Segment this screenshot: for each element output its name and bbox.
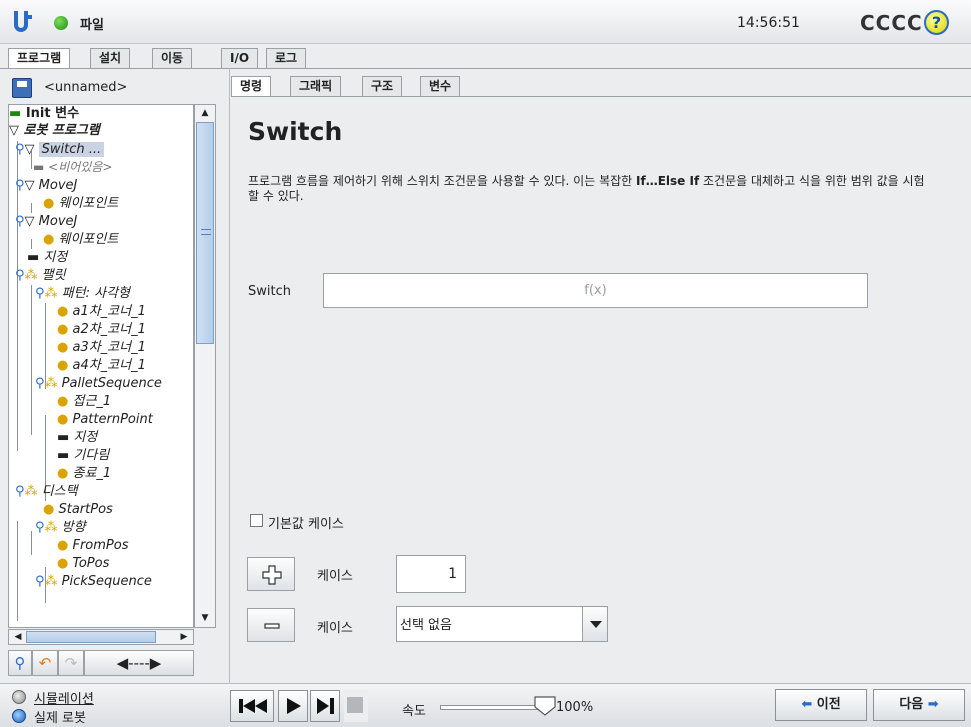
tree-item[interactable]: ▬ 지정 — [57, 429, 97, 446]
tab-move[interactable]: 이동 — [152, 48, 193, 68]
tree-item[interactable]: ▽ 로봇 프로그램 — [9, 122, 100, 139]
case-select-value: 선택 없음 — [400, 618, 452, 633]
tree-item[interactable]: ● 종료_1 — [57, 465, 111, 482]
speed-value: 100% — [556, 700, 594, 715]
add-case-label: 케이스 — [317, 569, 353, 584]
tab-io[interactable]: I/O — [221, 48, 259, 68]
tab-variables[interactable]: 변수 — [420, 76, 461, 96]
scroll-thumb[interactable] — [26, 631, 156, 643]
tree-item[interactable]: ● 웨이포인트 — [43, 195, 118, 212]
tree-item[interactable]: ⚲⁂ 디스택 — [15, 483, 78, 500]
remove-case-label: 케이스 — [317, 621, 353, 636]
redo-icon[interactable]: ↷ — [58, 650, 84, 676]
step-icon — [317, 698, 334, 714]
tree-item[interactable]: ⚲⁂ 팰릿 — [15, 267, 66, 284]
tab-graphics[interactable]: 그래픽 — [290, 76, 342, 96]
speed-label: 속도 — [402, 704, 426, 719]
scroll-right-icon[interactable]: ▶ — [175, 629, 193, 645]
plus-icon — [262, 565, 282, 585]
tree-item[interactable]: ● a4차_코너_1 — [57, 357, 146, 374]
tree-item[interactable]: ● a1차_코너_1 — [57, 303, 146, 320]
program-name: <unnamed> — [44, 80, 128, 95]
real-robot-radio[interactable] — [12, 709, 26, 723]
play-button[interactable] — [278, 690, 308, 722]
stop-icon — [347, 697, 363, 713]
play-icon — [287, 698, 301, 714]
tab-installation[interactable]: 설치 — [90, 48, 131, 68]
move-left-right-icon[interactable]: ◀----▶ — [84, 650, 194, 676]
tree-item[interactable]: ⚲⁂ 패턴: 사각형 — [35, 285, 130, 302]
tree-item[interactable]: ⚲▽ MoveJ — [15, 177, 77, 194]
tree-toolbar: ⚲ ↶ ↷ ◀----▶ — [8, 650, 224, 678]
tree-item[interactable]: ● ToPos — [57, 555, 109, 572]
tree-item[interactable]: ● FromPos — [57, 537, 129, 554]
rewind-button[interactable] — [230, 690, 274, 722]
tree-item[interactable]: ⚲⁂ PalletSequence — [35, 375, 162, 392]
undo-icon[interactable]: ↶ — [32, 650, 58, 676]
switch-label: Switch — [248, 284, 291, 299]
default-case-label: 기본값 케이스 — [268, 517, 344, 532]
expression-field[interactable]: f(x) — [323, 273, 868, 308]
help-icon[interactable]: ? — [924, 10, 949, 35]
tab-log[interactable]: 로그 — [266, 48, 307, 68]
step-button[interactable] — [310, 690, 340, 722]
speed-slider-thumb[interactable] — [533, 695, 557, 721]
simulation-label[interactable]: 시뮬레이션 — [34, 688, 94, 707]
scroll-up-icon[interactable]: ▲ — [196, 105, 214, 121]
scroll-left-icon[interactable]: ◀ — [9, 629, 27, 645]
robot-name: CCCC — [860, 11, 923, 35]
tree-item[interactable]: ▬ 지정 — [27, 249, 67, 266]
default-case-checkbox[interactable] — [250, 514, 263, 527]
chevron-down-icon[interactable] — [582, 607, 607, 641]
tree-item[interactable]: ⚲▽ Switch ... — [15, 141, 105, 158]
case-number-input[interactable]: 1 — [396, 555, 466, 593]
tree-item[interactable]: ⚲⁂ PickSequence — [35, 573, 152, 590]
speed-slider[interactable] — [440, 705, 540, 710]
tree-item[interactable]: ● 웨이포인트 — [43, 231, 118, 248]
real-robot-label[interactable]: 실제 로봇 — [34, 707, 86, 726]
tab-command[interactable]: 명령 — [231, 76, 272, 97]
ur-logo-icon — [12, 9, 34, 35]
add-case-button[interactable] — [247, 557, 295, 591]
search-icon[interactable]: ⚲ — [8, 650, 32, 676]
remove-case-button[interactable] — [247, 608, 295, 642]
clock: 14:56:51 — [737, 15, 800, 31]
simulation-radio[interactable] — [12, 690, 26, 704]
scroll-grip-icon — [201, 229, 211, 235]
arrow-right-icon: ➡ — [927, 697, 939, 712]
file-menu[interactable]: 파일 — [80, 14, 104, 33]
top-bar — [0, 0, 971, 44]
tree-item[interactable]: ▬ 기다림 — [57, 447, 109, 464]
description: 프로그램 흐름을 제어하기 위해 스위치 조건문을 사용할 수 있다. 이는 복… — [248, 174, 925, 203]
minus-icon — [264, 623, 280, 629]
tree-item[interactable]: ▬ <비어있음> — [33, 159, 112, 176]
tab-program[interactable]: 프로그램 — [8, 48, 71, 69]
page-title: Switch — [248, 117, 343, 146]
save-icon[interactable] — [12, 78, 32, 98]
tree-item[interactable]: ● StartPos — [43, 501, 113, 518]
scroll-down-icon[interactable]: ▼ — [196, 610, 214, 626]
robot-status-icon — [54, 16, 68, 30]
tree-item[interactable]: ⚲⁂ 방향 — [35, 519, 86, 536]
program-tree[interactable]: ▬ Init 변수 ▽ 로봇 프로그램 ⚲▽ Switch ... ▬ <비어있… — [8, 104, 194, 628]
rewind-icon — [239, 699, 267, 713]
tree-item[interactable]: ● 접근_1 — [57, 393, 111, 410]
tab-structure[interactable]: 구조 — [362, 76, 403, 96]
stop-button[interactable] — [344, 690, 368, 722]
tree-item[interactable]: ⚲▽ MoveJ — [15, 213, 77, 230]
tree-item[interactable]: ● a3차_코너_1 — [57, 339, 146, 356]
previous-button[interactable]: ⬅ 이전 — [775, 689, 867, 721]
arrow-left-icon: ⬅ — [801, 697, 813, 712]
next-button[interactable]: 다음 ➡ — [873, 689, 965, 721]
tree-item[interactable]: ▬ Init 변수 — [9, 105, 79, 122]
tree-item[interactable]: ● PatternPoint — [57, 411, 153, 428]
tree-item[interactable]: ● a2차_코너_1 — [57, 321, 146, 338]
